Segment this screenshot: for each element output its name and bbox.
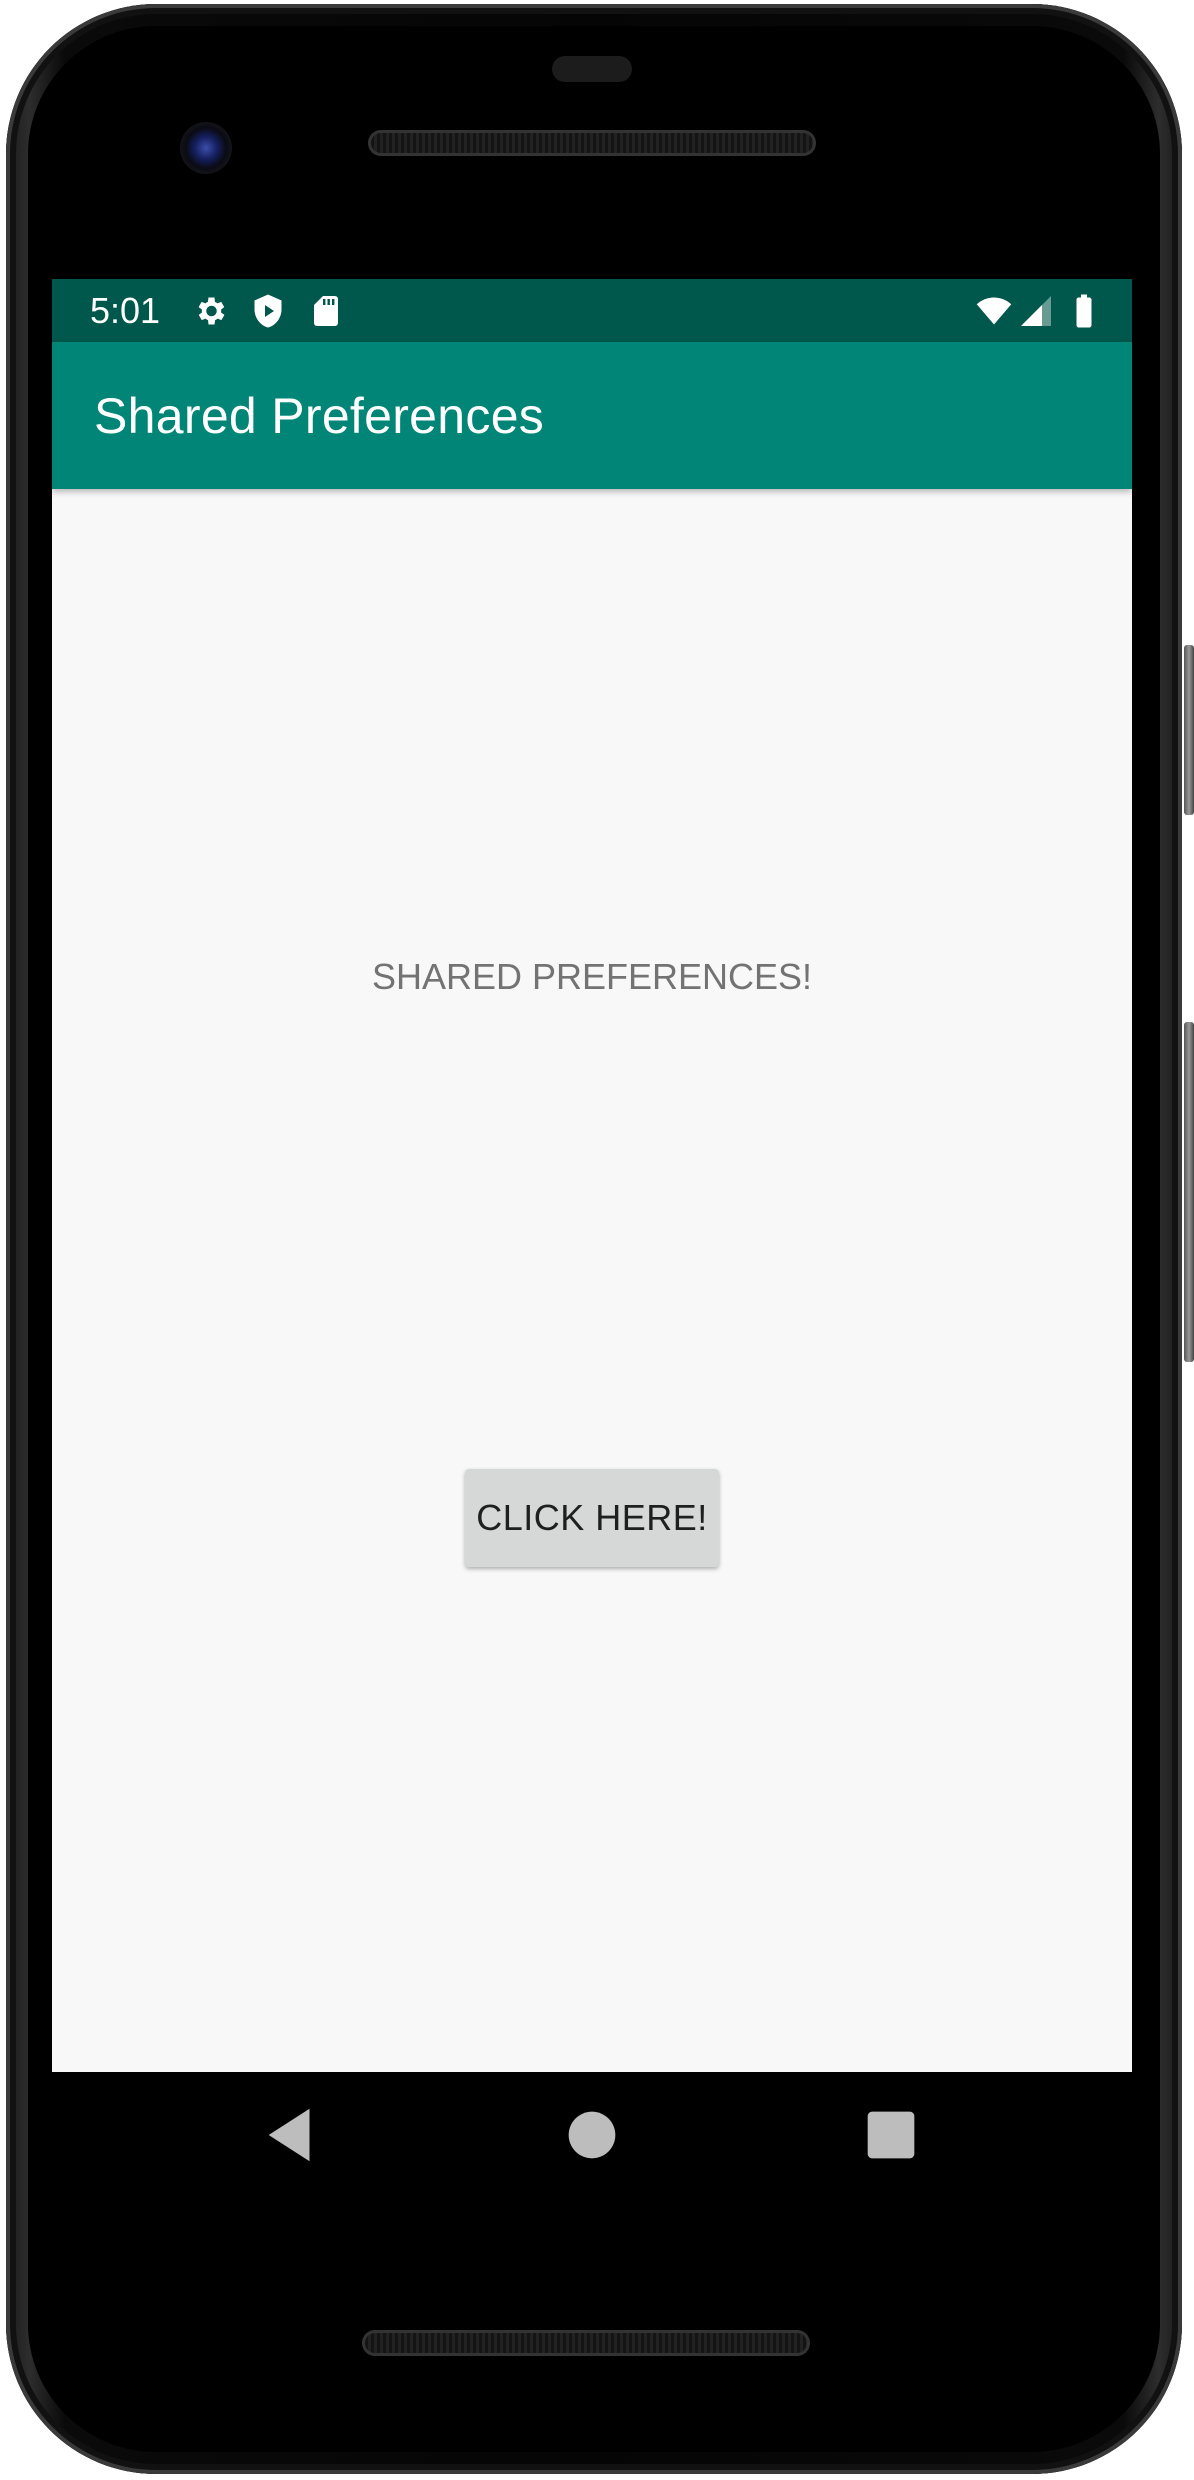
sd-card-icon: [314, 296, 338, 326]
app-bar: Shared Preferences: [52, 342, 1132, 489]
screen: 5:01 Shared Preferences SHARED PREFERENC…: [52, 279, 1132, 2072]
recents-icon[interactable]: [856, 2100, 926, 2170]
volume-button: [1184, 1022, 1194, 1362]
home-icon[interactable]: [557, 2100, 627, 2170]
shared-preferences-label: SHARED PREFERENCES!: [371, 956, 813, 997]
earpiece-speaker: [368, 130, 816, 156]
top-sensor: [552, 56, 632, 82]
front-camera: [180, 122, 232, 174]
shield-play-icon: [254, 294, 282, 328]
navigation-bar: [52, 2072, 1132, 2198]
battery-icon: [1076, 294, 1092, 328]
phone-frame: 5:01 Shared Preferences SHARED PREFERENC…: [0, 0, 1194, 2480]
app-title: Shared Preferences: [94, 388, 545, 444]
status-bar: 5:01: [52, 279, 1132, 342]
wifi-icon: [976, 297, 1012, 325]
back-icon[interactable]: [257, 2100, 327, 2170]
cell-signal-icon: [1021, 296, 1051, 326]
power-button: [1184, 645, 1194, 815]
click-here-button[interactable]: CLICK HERE!: [465, 1469, 719, 1567]
bottom-speaker: [362, 2330, 810, 2356]
status-time: 5:01: [90, 290, 161, 331]
gear-icon: [198, 297, 225, 325]
